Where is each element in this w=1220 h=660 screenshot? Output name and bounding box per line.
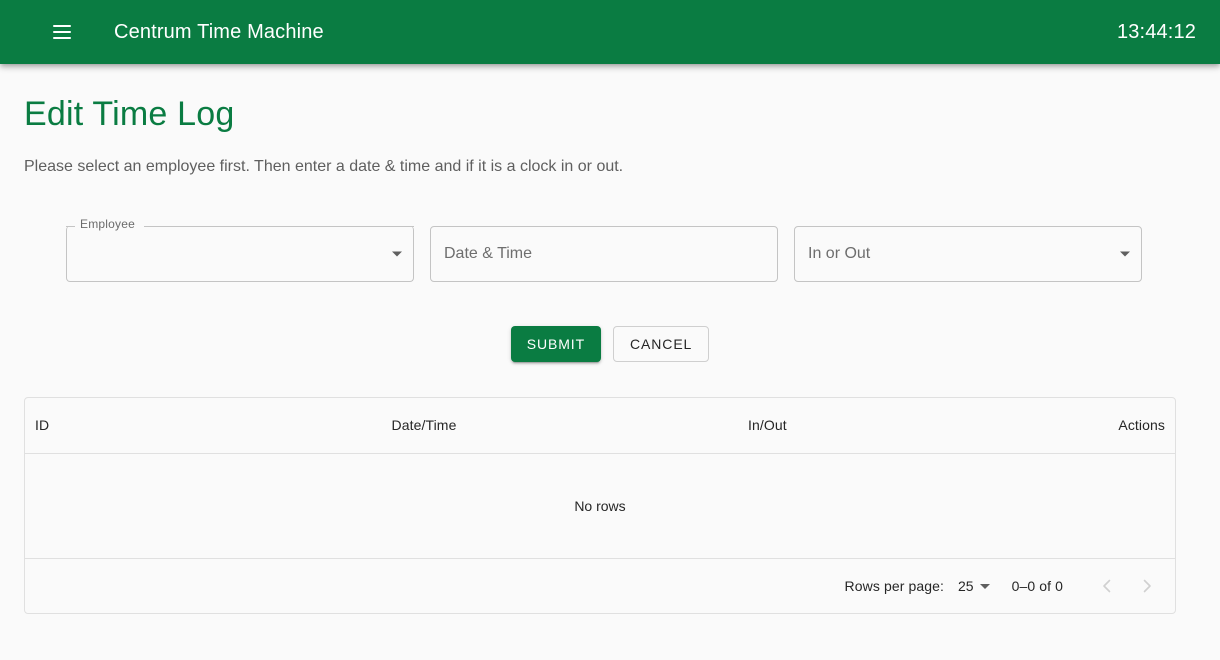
time-log-table: ID Date/Time In/Out Actions No rows: [25, 397, 1175, 559]
column-header-actions[interactable]: Actions: [1002, 397, 1175, 454]
chevron-left-icon: [1103, 579, 1111, 593]
column-header-id[interactable]: ID: [25, 397, 382, 454]
no-rows-message: No rows: [25, 453, 1175, 559]
displayed-rows-label: 0–0 of 0: [1011, 578, 1063, 594]
hamburger-menu-icon-bar-1: [53, 25, 71, 27]
employee-select-label: Employee: [80, 216, 135, 231]
datetime-input-placeholder: Date & Time: [444, 244, 533, 262]
chevron-down-icon: [979, 583, 990, 589]
next-page-button[interactable]: [1127, 566, 1167, 606]
inout-select[interactable]: In or Out: [794, 225, 1142, 282]
time-log-table-card: ID Date/Time In/Out Actions No rows Rows…: [24, 396, 1176, 614]
table-header: ID Date/Time In/Out Actions: [25, 397, 1175, 454]
submit-button[interactable]: SUBMIT: [510, 325, 602, 362]
previous-page-button[interactable]: [1087, 566, 1127, 606]
chevron-right-icon: [1143, 579, 1151, 593]
column-header-datetime[interactable]: Date/Time: [381, 397, 738, 454]
employee-select-outline: [66, 225, 414, 282]
cancel-button[interactable]: CANCEL: [613, 325, 710, 362]
datetime-input[interactable]: Date & Time: [430, 225, 778, 282]
table-body: No rows: [25, 453, 1175, 559]
hamburger-menu-button[interactable]: [38, 8, 86, 56]
rows-per-page-label: Rows per page:: [844, 578, 945, 594]
inout-select-placeholder: In or Out: [808, 244, 871, 262]
app-bar: Centrum Time Machine 13:44:12: [0, 0, 1220, 64]
page-content: Edit Time Log Please select an employee …: [0, 94, 1220, 614]
rows-per-page-value: 25: [958, 578, 974, 594]
page-title: Edit Time Log: [24, 95, 235, 133]
hamburger-menu-icon-bar-2: [53, 31, 71, 33]
hamburger-menu-icon-bar-3: [53, 37, 71, 39]
time-log-form: Employee Date & Time In or Out: [24, 218, 1196, 282]
column-header-inout[interactable]: In/Out: [738, 397, 1003, 454]
table-empty-row: No rows: [25, 453, 1175, 559]
chevron-down-icon[interactable]: [392, 251, 402, 256]
page-subtitle: Please select an employee first. Then en…: [24, 158, 624, 176]
clock-display: 13:44:12: [1116, 20, 1196, 43]
rows-per-page-select[interactable]: 25: [958, 578, 990, 594]
table-header-row: ID Date/Time In/Out Actions: [25, 397, 1175, 454]
form-actions: SUBMIT CANCEL: [24, 325, 1196, 362]
employee-select[interactable]: Employee: [66, 218, 414, 282]
table-pagination: Rows per page: 25 0–0 of 0: [25, 559, 1175, 613]
app-title: Centrum Time Machine: [114, 20, 324, 43]
chevron-down-icon[interactable]: [1120, 251, 1130, 256]
